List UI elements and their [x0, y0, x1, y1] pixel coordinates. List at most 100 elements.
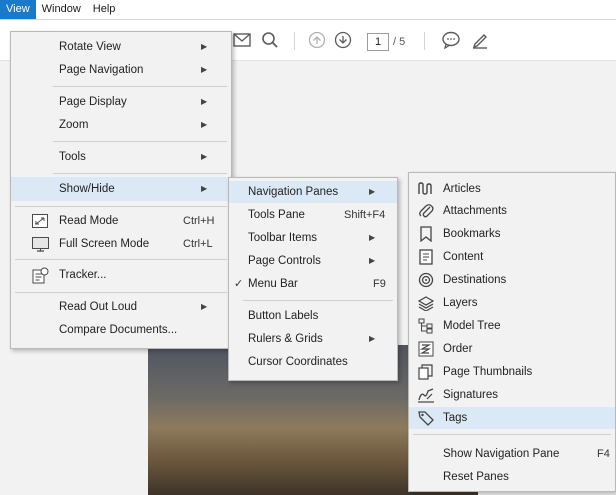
bookmark-icon — [417, 226, 435, 242]
menu-item-shortcut: Ctrl+L — [183, 238, 213, 250]
menu-item-label: Compare Documents... — [59, 324, 178, 336]
submenu-arrow-icon: ▶ — [369, 187, 376, 196]
submenu-arrow-icon: ▶ — [201, 42, 208, 51]
menu-view[interactable]: View — [0, 0, 36, 19]
menu-item-order[interactable]: Order — [409, 338, 615, 360]
menu-item-full-screen-mode[interactable]: Full Screen Mode Ctrl+L — [11, 233, 231, 255]
menu-item-cursor-coordinates[interactable]: Cursor Coordinates — [229, 351, 397, 373]
tag-icon — [417, 410, 435, 426]
menu-item-label: Cursor Coordinates — [248, 356, 348, 368]
menu-item-toolbar-items[interactable]: Toolbar Items ▶ — [229, 227, 397, 249]
menu-item-shortcut: F4 — [597, 448, 610, 460]
model-tree-icon — [417, 318, 435, 334]
menu-item-label: Tools Pane — [248, 209, 305, 221]
menu-item-show-hide[interactable]: Show/Hide ▶ — [11, 177, 231, 201]
menu-item-label: Tags — [443, 412, 468, 424]
email-icon[interactable] — [232, 30, 252, 50]
submenu-arrow-icon: ▶ — [201, 97, 208, 106]
menu-item-label: Read Out Loud — [59, 301, 138, 313]
menu-item-read-mode[interactable]: Read Mode Ctrl+H — [11, 210, 231, 232]
menu-item-label: Model Tree — [443, 320, 501, 332]
articles-icon — [417, 181, 435, 197]
menu-item-page-navigation[interactable]: Page Navigation ▶ — [11, 59, 231, 81]
menu-item-zoom[interactable]: Zoom ▶ — [11, 114, 231, 136]
menu-item-content[interactable]: Content — [409, 246, 615, 268]
menu-separator — [243, 300, 393, 301]
menu-item-label: Articles — [443, 183, 481, 195]
menu-item-page-display[interactable]: Page Display ▶ — [11, 91, 231, 113]
read-mode-icon — [31, 213, 49, 229]
menu-item-label: Show/Hide — [59, 183, 115, 195]
comment-icon[interactable] — [441, 30, 461, 50]
order-icon — [417, 341, 435, 357]
menu-item-tracker[interactable]: Tracker... — [11, 264, 231, 286]
menu-item-button-labels[interactable]: Button Labels — [229, 305, 397, 327]
menu-item-rulers-grids[interactable]: Rulers & Grids ▶ — [229, 328, 397, 350]
view-menu: Rotate View ▶ Page Navigation ▶ Page Dis… — [10, 31, 232, 349]
menu-item-rotate-view[interactable]: Rotate View ▶ — [11, 36, 231, 58]
menu-item-label: Tools — [59, 151, 86, 163]
page-up-icon[interactable] — [307, 30, 327, 50]
menu-item-label: Rotate View — [59, 41, 121, 53]
menu-item-page-controls[interactable]: Page Controls ▶ — [229, 250, 397, 272]
submenu-arrow-icon: ▶ — [201, 120, 208, 129]
page-thumbnails-icon — [417, 364, 435, 380]
pen-icon[interactable] — [470, 30, 490, 50]
menu-item-label: Destinations — [443, 274, 507, 286]
menu-separator — [413, 434, 611, 435]
menu-item-layers[interactable]: Layers — [409, 292, 615, 314]
menu-item-label: Full Screen Mode — [59, 238, 150, 250]
menu-item-bookmarks[interactable]: Bookmarks — [409, 223, 615, 245]
submenu-arrow-icon: ▶ — [201, 152, 208, 161]
paperclip-icon — [417, 203, 435, 219]
submenu-arrow-icon: ▶ — [369, 334, 376, 343]
menu-item-shortcut: F9 — [373, 278, 386, 290]
menu-item-label: Layers — [443, 297, 478, 309]
layers-icon — [417, 295, 435, 311]
toolbar-separator — [294, 32, 295, 50]
checkmark-icon: ✓ — [234, 278, 244, 290]
submenu-arrow-icon: ▶ — [201, 65, 208, 74]
submenu-arrow-icon: ▶ — [201, 302, 208, 311]
menu-item-navigation-panes[interactable]: Navigation Panes ▶ — [229, 181, 397, 203]
menu-item-label: Zoom — [59, 119, 89, 131]
menu-item-destinations[interactable]: Destinations — [409, 269, 615, 291]
menu-item-menu-bar[interactable]: ✓ Menu Bar F9 — [229, 273, 397, 295]
menu-item-compare-documents[interactable]: Compare Documents... — [11, 319, 231, 341]
menu-item-model-tree[interactable]: Model Tree — [409, 315, 615, 337]
submenu-arrow-icon: ▶ — [201, 184, 208, 193]
menu-item-read-out-loud[interactable]: Read Out Loud ▶ — [11, 296, 231, 318]
menu-separator — [15, 259, 227, 260]
menu-item-attachments[interactable]: Attachments — [409, 200, 615, 222]
page-number-input[interactable]: 1 — [367, 33, 389, 51]
menu-item-label: Order — [443, 343, 473, 355]
menu-item-reset-panes[interactable]: Reset Panes — [409, 466, 615, 488]
menu-bar: View Window Help — [0, 0, 616, 20]
menu-item-label: Show Navigation Pane — [443, 448, 560, 460]
full-screen-icon — [31, 236, 49, 252]
menu-item-articles[interactable]: Articles — [409, 178, 615, 200]
menu-item-label: Page Display — [59, 96, 127, 108]
menu-item-label: Attachments — [443, 205, 507, 217]
menu-item-signatures[interactable]: Signatures — [409, 384, 615, 406]
menu-item-label: Page Thumbnails — [443, 366, 533, 378]
search-icon[interactable] — [260, 30, 280, 50]
tracker-icon — [31, 267, 49, 283]
menu-item-tools[interactable]: Tools ▶ — [11, 146, 231, 168]
menu-item-label: Menu Bar — [248, 278, 298, 290]
menu-item-label: Content — [443, 251, 484, 263]
menu-item-tools-pane[interactable]: Tools Pane Shift+F4 — [229, 204, 397, 226]
page-down-icon[interactable] — [333, 30, 353, 50]
menu-window[interactable]: Window — [36, 0, 87, 19]
menu-item-page-thumbnails[interactable]: Page Thumbnails — [409, 361, 615, 383]
destinations-icon — [417, 272, 435, 288]
menu-item-label: Tracker... — [59, 269, 107, 281]
show-hide-submenu: Navigation Panes ▶ Tools Pane Shift+F4 T… — [228, 177, 398, 381]
menu-item-label: Rulers & Grids — [248, 333, 323, 345]
menu-help[interactable]: Help — [87, 0, 122, 19]
menu-item-shortcut: Shift+F4 — [344, 209, 386, 221]
menu-item-label: Bookmarks — [443, 228, 501, 240]
signatures-icon — [417, 387, 435, 403]
menu-item-tags[interactable]: Tags — [409, 407, 615, 429]
menu-item-show-navigation-pane[interactable]: Show Navigation Pane F4 — [409, 443, 615, 465]
